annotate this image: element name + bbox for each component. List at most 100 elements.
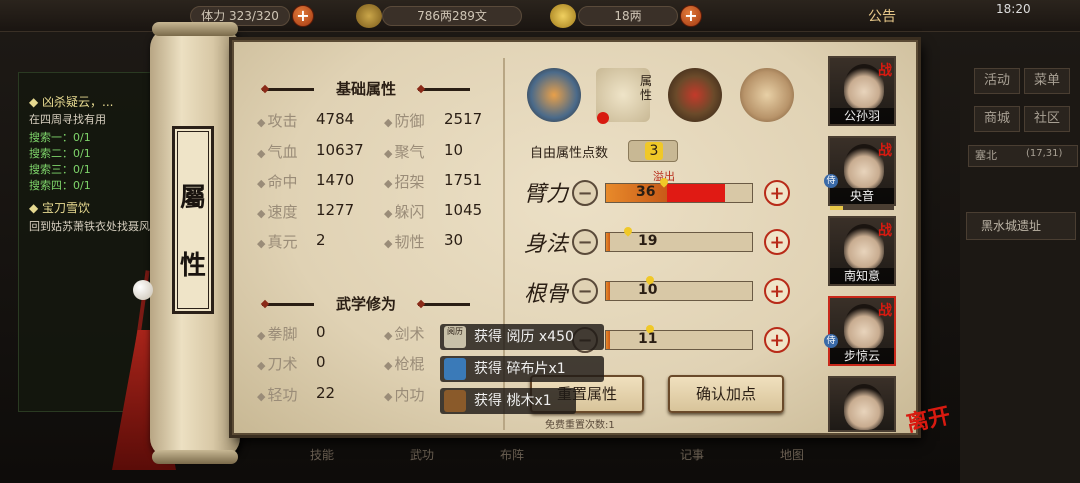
free-points-value: 3 [645, 142, 663, 160]
decrease-constitution-button[interactable]: − [572, 278, 598, 304]
add-gold-button[interactable]: + [680, 5, 702, 27]
peach-wood-icon [444, 390, 466, 412]
scroll-cap [152, 22, 238, 36]
notification-dot-icon [597, 112, 609, 124]
quest-desc: 在四周寻找有用 [29, 113, 106, 126]
attr-label-toughness: ◆ 韧性 [384, 233, 425, 251]
activity-button[interactable]: 活动 [974, 68, 1020, 94]
notice-button[interactable]: 公告 [868, 6, 896, 26]
attr-label-chi: ◆ 聚气 [384, 143, 425, 161]
party-member-name: 央音 [830, 188, 894, 204]
martial-label-lightness: ◆ 轻功 [257, 386, 298, 404]
tab-equipment-icon[interactable] [527, 68, 581, 122]
toast-text: 获得 阅历 x450 [474, 329, 574, 345]
stat-name-agility: 身法 [524, 232, 569, 257]
bar-fill [606, 331, 610, 349]
insight-bar [605, 330, 753, 350]
attr-label-attack: ◆ 攻击 [257, 112, 298, 130]
cloth-scrap-icon [444, 358, 466, 380]
region-coord: (17,31) [1026, 148, 1063, 159]
constitution-bar [605, 281, 753, 301]
attr-value-chi: 10 [444, 141, 464, 159]
attr-value-hp: 10637 [316, 141, 364, 159]
stat-name-strength: 臂力 [524, 182, 569, 207]
quest-sub: 搜索三：0/1 [29, 163, 91, 176]
reward-toast: 获得 桃木x1 [440, 388, 576, 414]
nav-item[interactable]: 武功 [410, 446, 434, 463]
attr-value-dodge: 1045 [444, 201, 483, 219]
free-reset-count: 免费重置次数:1 [545, 420, 615, 431]
battle-tag: 战 [878, 63, 892, 79]
copper-coin-icon [356, 4, 382, 28]
confirm-points-button[interactable]: 确认加点 [668, 375, 784, 413]
attr-value-speed: 1277 [316, 201, 355, 219]
header-ornament [262, 303, 314, 306]
nav-item[interactable]: 技能 [310, 446, 334, 463]
side-tag: 侍 [824, 174, 838, 188]
panel-title-card: 屬 性 [172, 126, 214, 314]
quest-sub: 搜索四：0/1 [29, 179, 91, 192]
jade-bead [133, 280, 153, 300]
bar-overflow [667, 184, 725, 202]
tab-bagua-icon[interactable] [668, 68, 722, 122]
money-display: 786两289文 [382, 6, 522, 26]
quest-sub: 搜索一：0/1 [29, 131, 91, 144]
nav-item[interactable]: 地图 [780, 446, 804, 463]
martial-label-inner: ◆ 内功 [384, 386, 425, 404]
experience-icon: 阅历 [444, 326, 466, 348]
quest-desc: 回到姑苏萧铁衣处找聂风 [29, 220, 150, 233]
party-member-portrait-selected[interactable]: 战 侍 步惊云 [824, 296, 896, 366]
menu-button[interactable]: 菜单 [1024, 68, 1070, 94]
bottom-nav: 角色 技能 武功 布阵 记事 地图 [180, 440, 980, 483]
reward-toast: 阅历 获得 阅历 x450 [440, 324, 604, 350]
increase-strength-button[interactable]: + [764, 180, 790, 206]
header-ornament [418, 303, 470, 306]
quest-title[interactable]: ◆ 凶杀疑云，... [29, 93, 114, 110]
attr-value-defense: 2517 [444, 110, 483, 128]
decrease-agility-button[interactable]: − [572, 229, 598, 255]
increase-insight-button[interactable]: + [764, 327, 790, 353]
attr-value-parry: 1751 [444, 171, 483, 189]
community-button[interactable]: 社区 [1024, 106, 1070, 132]
martial-label-blade: ◆ 刀术 [257, 355, 298, 373]
martial-label-fist: ◆ 拳脚 [257, 325, 298, 343]
map-name[interactable]: 黑水城遗址 [966, 212, 1076, 240]
gold-ingot-icon [550, 4, 576, 28]
decrease-strength-button[interactable]: − [572, 180, 598, 206]
martial-value-fist: 0 [316, 323, 326, 341]
nav-item[interactable]: 布阵 [500, 446, 524, 463]
title-char: 性 [179, 251, 206, 281]
party-member-name: 南知意 [830, 268, 894, 284]
clock: 18:20 [996, 2, 1031, 16]
party-member-portrait[interactable]: 战 侍 央音 [824, 136, 896, 210]
martial-value-blade: 0 [316, 353, 326, 371]
tab-meridian-icon[interactable] [740, 68, 794, 122]
nav-item[interactable]: 记事 [680, 446, 704, 463]
battle-tag: 战 [878, 143, 892, 159]
attr-value-attack: 4784 [316, 110, 355, 128]
stat-value-constitution: 10 [638, 282, 658, 298]
basic-attributes-header: 基础属性 [335, 80, 396, 98]
increase-constitution-button[interactable]: + [764, 278, 790, 304]
attr-value-toughness: 30 [444, 231, 464, 249]
side-tag: 侍 [824, 334, 838, 348]
gold-display: 18两 [578, 6, 678, 26]
hp-fill [830, 206, 843, 210]
free-points-label: 自由属性点数 [530, 146, 609, 161]
add-stamina-button[interactable]: + [292, 5, 314, 27]
scroll-cap [152, 450, 238, 464]
attr-label-parry: ◆ 招架 [384, 173, 425, 191]
hp-bar [830, 206, 894, 210]
party-member-name: 公孙羽 [830, 108, 894, 124]
attr-label-speed: ◆ 速度 [257, 203, 298, 221]
party-member-portrait[interactable]: 战 南知意 [828, 216, 896, 286]
stat-value-insight: 11 [638, 331, 658, 347]
bar-fill [606, 282, 610, 300]
shop-button[interactable]: 商城 [974, 106, 1020, 132]
battle-tag: 战 [878, 303, 892, 319]
party-member-portrait[interactable] [828, 376, 896, 432]
quest-title[interactable]: ◆ 宝刀雪饮 [29, 199, 90, 216]
character-face [844, 384, 884, 430]
increase-agility-button[interactable]: + [764, 229, 790, 255]
party-member-portrait[interactable]: 战 公孙羽 [828, 56, 896, 126]
